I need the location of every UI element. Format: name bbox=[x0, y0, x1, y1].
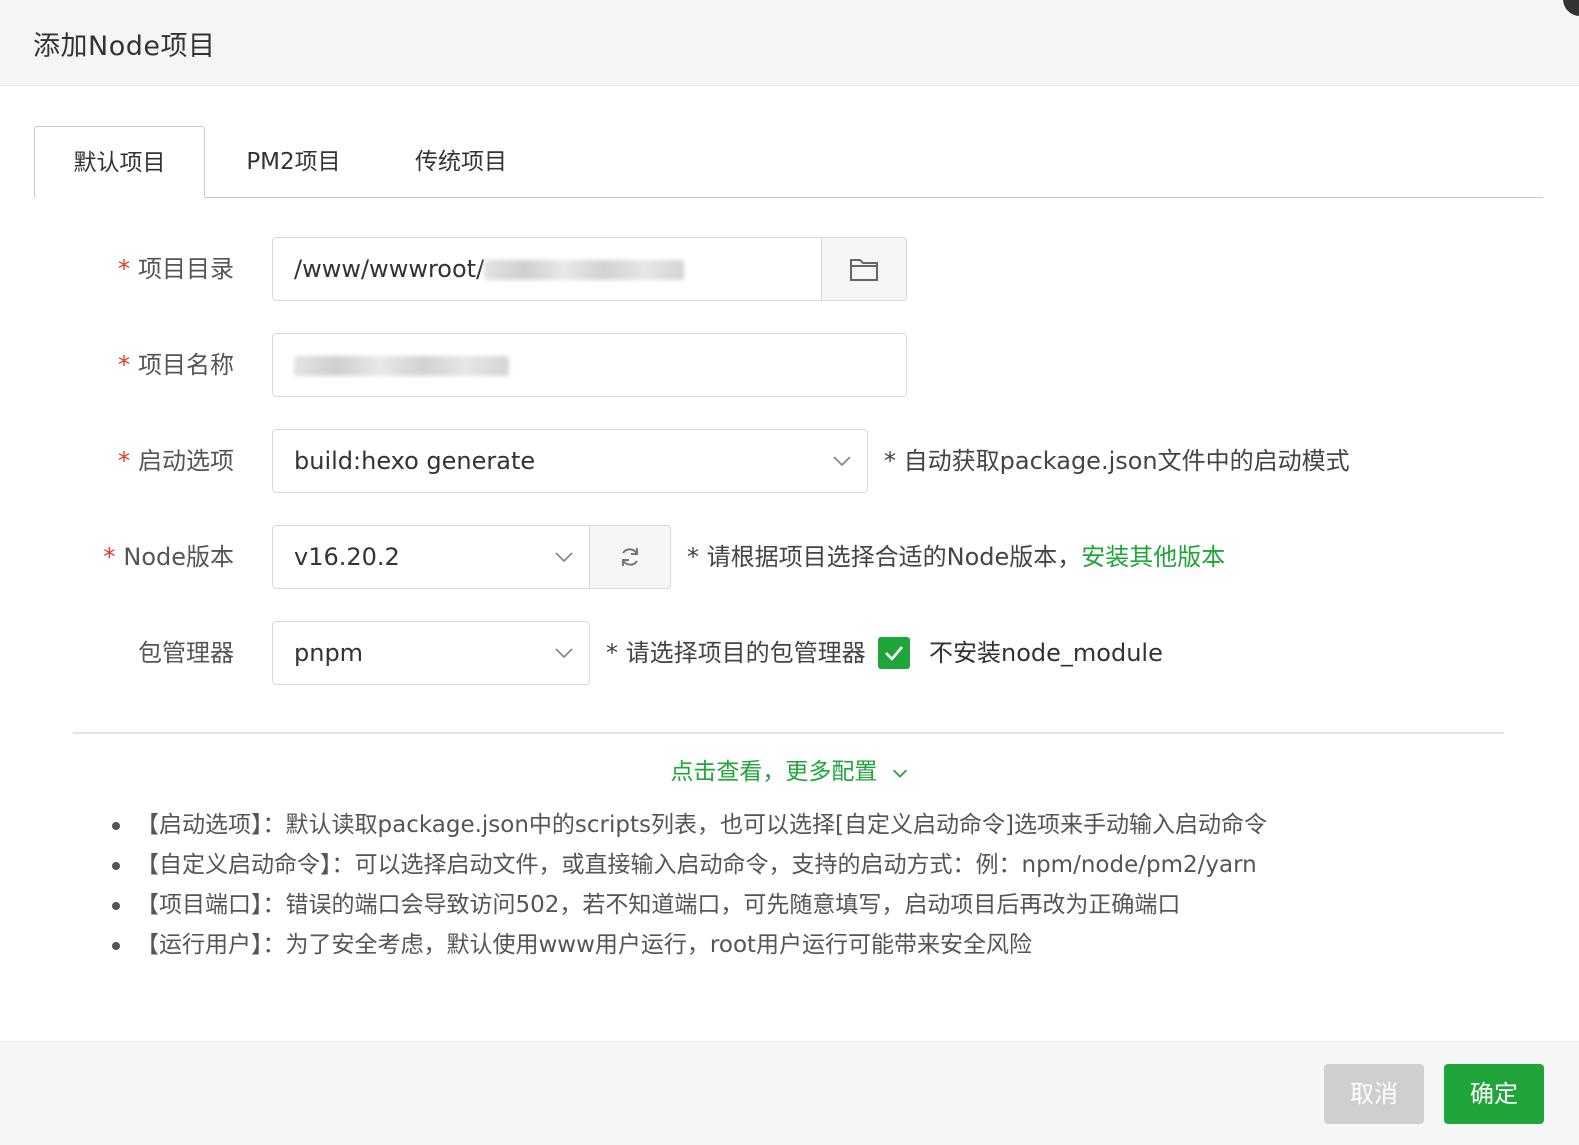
dialog-title: 添加Node项目 bbox=[33, 31, 216, 62]
row-start-option: * 启动选项 build:hexo generate * 自动获取package.… bbox=[0, 429, 1579, 493]
list-item: 【项目端口】：错误的端口会导致访问502，若不知道端口，可先随意填写，启动项目后… bbox=[112, 886, 1267, 926]
tab-pm2-project[interactable]: PM2项目 bbox=[226, 126, 361, 198]
skip-node-modules-checkbox[interactable] bbox=[878, 637, 910, 669]
node-version-select[interactable]: v16.20.2 bbox=[272, 525, 590, 589]
section-divider bbox=[73, 732, 1504, 734]
chevron-down-icon bbox=[833, 456, 851, 467]
project-type-tabs: 默认项目 PM2项目 传统项目 bbox=[34, 126, 1543, 198]
row-package-manager: 包管理器 pnpm * 请选择项目的包管理器 不安装node_module bbox=[0, 621, 1579, 685]
chevron-down-icon bbox=[555, 552, 573, 563]
project-name-label: * 项目名称 bbox=[118, 351, 234, 379]
row-project-dir: * 项目目录 /www/wwwroot/ bbox=[0, 237, 1579, 301]
start-option-label: * 启动选项 bbox=[118, 447, 234, 475]
dialog-header: 添加Node项目 bbox=[0, 0, 1579, 86]
tab-traditional-project[interactable]: 传统项目 bbox=[396, 126, 526, 198]
node-version-label: * Node版本 bbox=[103, 543, 234, 571]
project-dir-label: * 项目目录 bbox=[118, 255, 234, 283]
project-dir-input[interactable]: /www/wwwroot/ bbox=[272, 237, 822, 301]
start-option-select[interactable]: build:hexo generate bbox=[272, 429, 868, 493]
package-manager-hint: * 请选择项目的包管理器 bbox=[606, 639, 866, 667]
check-icon bbox=[885, 646, 903, 661]
folder-picker-button[interactable] bbox=[821, 237, 907, 301]
list-item: 【启动选项】：默认读取package.json中的scripts列表，也可以选择… bbox=[112, 806, 1267, 846]
refresh-icon bbox=[622, 548, 638, 566]
list-item: 【自定义启动命令】：可以选择启动文件，或直接输入启动命令，支持的启动方式：例：n… bbox=[112, 846, 1267, 886]
dialog-footer: 取消 确定 bbox=[0, 1041, 1579, 1145]
redacted-name bbox=[294, 356, 509, 376]
project-dir-value: /www/wwwroot/ bbox=[294, 255, 485, 283]
help-notes: 【启动选项】：默认读取package.json中的scripts列表，也可以选择… bbox=[112, 806, 1267, 966]
list-item: 【运行用户】：为了安全考虑，默认使用www用户运行，root用户运行可能带来安全… bbox=[112, 926, 1267, 966]
chevron-down-icon bbox=[892, 769, 907, 778]
tab-default-project[interactable]: 默认项目 bbox=[34, 126, 205, 198]
install-other-version-link[interactable]: 安装其他版本 bbox=[1081, 543, 1225, 571]
row-project-name: * 项目名称 bbox=[0, 333, 1579, 397]
refresh-version-button[interactable] bbox=[589, 525, 671, 589]
package-manager-value: pnpm bbox=[294, 639, 364, 667]
redacted-path bbox=[484, 260, 685, 280]
project-name-input[interactable] bbox=[272, 333, 907, 397]
package-manager-label: 包管理器 bbox=[138, 639, 234, 667]
skip-node-modules-label[interactable]: 不安装node_module bbox=[929, 621, 1163, 685]
row-node-version: * Node版本 v16.20.2 * 请根据项目选择合适的Node版本，安装其他… bbox=[0, 525, 1579, 589]
node-version-hint: * 请根据项目选择合适的Node版本，安装其他版本 bbox=[687, 543, 1226, 571]
start-option-hint: * 自动获取package.json文件中的启动模式 bbox=[884, 447, 1350, 475]
node-version-value: v16.20.2 bbox=[294, 543, 400, 571]
chevron-down-icon bbox=[555, 648, 573, 659]
confirm-button[interactable]: 确定 bbox=[1444, 1064, 1544, 1124]
package-manager-select[interactable]: pnpm bbox=[272, 621, 590, 685]
start-option-value: build:hexo generate bbox=[294, 447, 536, 475]
folder-icon bbox=[850, 259, 878, 281]
more-config-label: 点击查看，更多配置 bbox=[670, 759, 878, 785]
close-icon[interactable] bbox=[1563, 0, 1579, 16]
more-config-toggle[interactable]: 点击查看，更多配置 bbox=[0, 754, 1579, 790]
cancel-button[interactable]: 取消 bbox=[1324, 1064, 1424, 1124]
